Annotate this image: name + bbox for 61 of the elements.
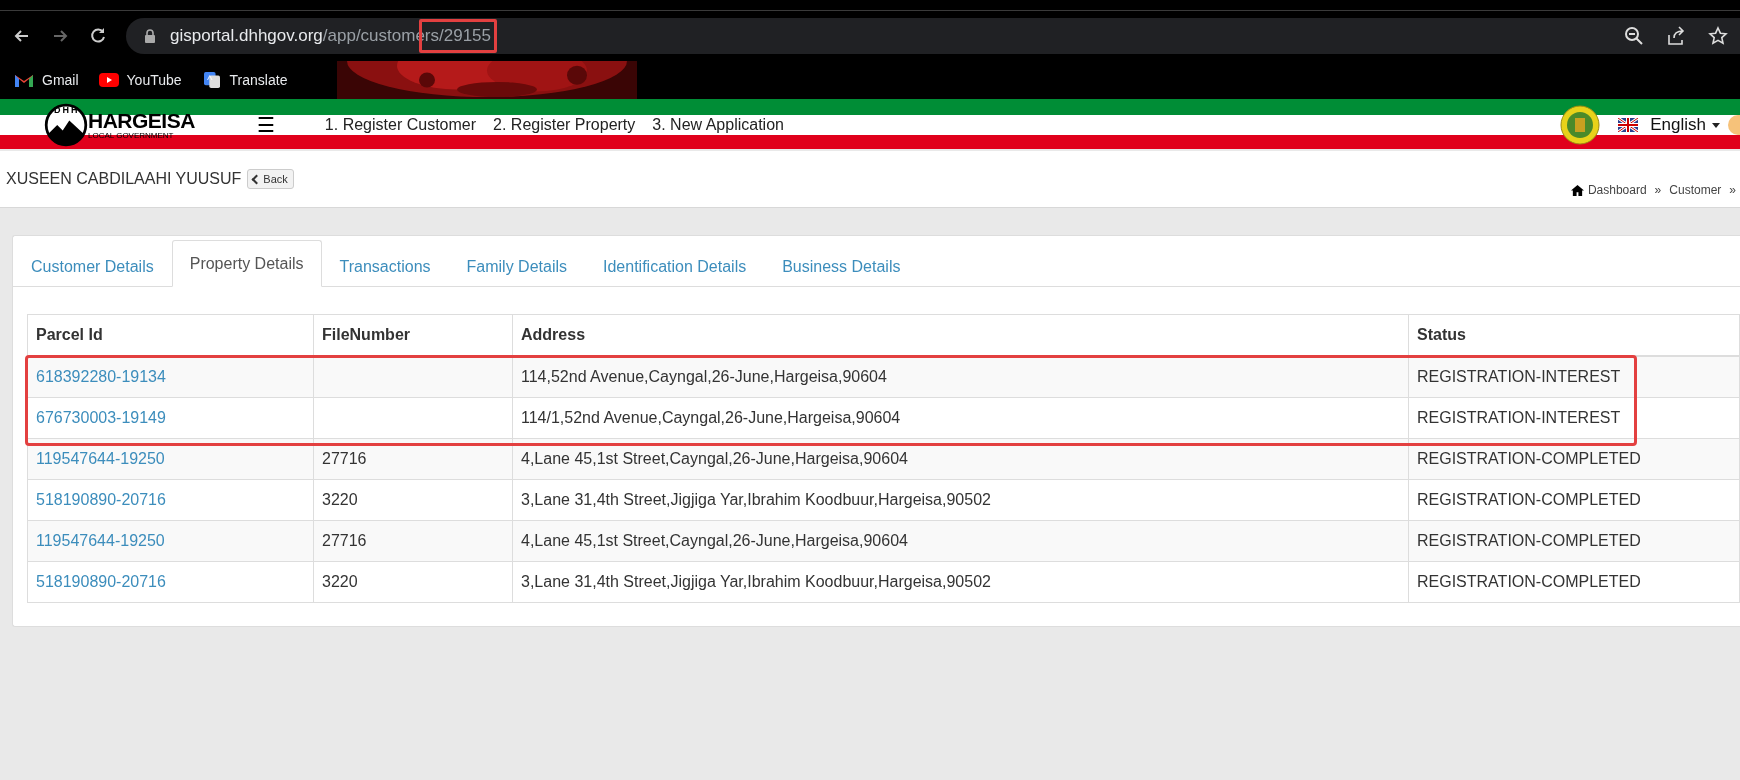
customer-name: XUSEEN CABDILAAHI YUUSUF: [6, 170, 242, 188]
table-cell: 114/1,52nd Avenue,Cayngal,26-June,Hargeisa,90604: [521, 409, 901, 426]
bookmark-link[interactable]: Translate: [201, 72, 288, 88]
bookmark-link[interactable]: YouTube: [98, 72, 182, 88]
table-cell: 3,Lane 31,4th Street,Jigjiga Yar,Ibrahim Koodbuur,Hargeisa,90502: [521, 491, 991, 508]
table-cell: REGISTRATION-COMPLETED: [1417, 573, 1641, 590]
tab[interactable]: Transactions: [321, 246, 449, 287]
mail-icon: [14, 72, 34, 88]
bookmark-label: Translate: [229, 72, 288, 88]
nav-link[interactable]: 1. Register Customer: [324, 116, 477, 134]
nav-link[interactable]: 3. New Application: [652, 116, 784, 134]
parcel-link[interactable]: 618392280-19134: [36, 368, 166, 385]
table-cell: 4,Lane 45,1st Street,Cayngal,26-June,Hargeisa,90604: [521, 450, 908, 467]
zoom-out-icon[interactable]: [1624, 26, 1644, 46]
parcel-link[interactable]: 518190890-20716: [36, 573, 166, 590]
logo-title: HARGEISA: [88, 110, 195, 131]
parcel-link[interactable]: 119547644-19250: [36, 450, 165, 467]
lock-icon: [144, 29, 156, 43]
table-cell: 27716: [322, 450, 367, 467]
back-button[interactable]: Back: [247, 169, 294, 189]
breadcrumb-separator: »: [1654, 183, 1662, 197]
nav-link[interactable]: 2. Register Property: [493, 116, 636, 134]
table-cell: 3220: [322, 491, 358, 508]
bookmark-label: YouTube: [126, 72, 182, 88]
column-header: FileNumber: [313, 314, 513, 356]
parcel-link[interactable]: 676730003-19149: [36, 409, 166, 426]
tab[interactable]: Identification Details: [585, 246, 765, 287]
home-icon: [1570, 183, 1584, 197]
column-header: Address: [512, 314, 1409, 356]
table-cell: REGISTRATION-COMPLETED: [1417, 450, 1641, 467]
flag-icon: [1618, 118, 1639, 132]
url-host: gisportal.dhhgov.org: [170, 26, 323, 46]
translate-icon: [201, 72, 222, 88]
breadcrumb-separator: »: [1729, 183, 1736, 197]
tab[interactable]: Business Details: [764, 246, 919, 287]
column-header: Parcel Id: [27, 314, 314, 356]
menu-icon[interactable]: ☰: [256, 115, 275, 135]
reload-icon[interactable]: [88, 26, 108, 46]
bookmark-link[interactable]: Gmail: [14, 72, 79, 88]
language-dropdown[interactable]: English: [1650, 115, 1720, 135]
bookmark-label: Gmail: [42, 72, 79, 88]
table-cell: 114,52nd Avenue,Cayngal,26-June,Hargeisa,90604: [521, 368, 887, 385]
breadcrumb-link[interactable]: Dashboard: [1587, 183, 1647, 197]
table-cell: REGISTRATION-INTEREST: [1417, 368, 1621, 385]
parcel-link[interactable]: 518190890-20716: [36, 491, 166, 508]
table-cell: REGISTRATION-COMPLETED: [1417, 491, 1641, 508]
breadcrumb-link[interactable]: Customer: [1669, 183, 1722, 197]
play-icon: [98, 72, 119, 88]
star-icon[interactable]: [1708, 26, 1728, 46]
caret-icon: [1712, 122, 1720, 128]
table-cell: REGISTRATION-INTEREST: [1417, 409, 1621, 426]
parcel-link[interactable]: 119547644-19250: [36, 532, 165, 549]
table-cell: 4,Lane 45,1st Street,Cayngal,26-June,Hargeisa,90604: [521, 532, 908, 549]
tab[interactable]: Customer Details: [13, 246, 172, 287]
tab[interactable]: Property Details: [171, 240, 322, 287]
table-cell: 3220: [322, 573, 358, 590]
table-cell: 27716: [322, 532, 367, 549]
tab[interactable]: Family Details: [448, 246, 585, 287]
table-cell: REGISTRATION-COMPLETED: [1417, 532, 1641, 549]
share-icon[interactable]: [1666, 26, 1686, 46]
table-cell: 3,Lane 31,4th Street,Jigjiga Yar,Ibrahim Koodbuur,Hargeisa,90502: [521, 573, 991, 590]
